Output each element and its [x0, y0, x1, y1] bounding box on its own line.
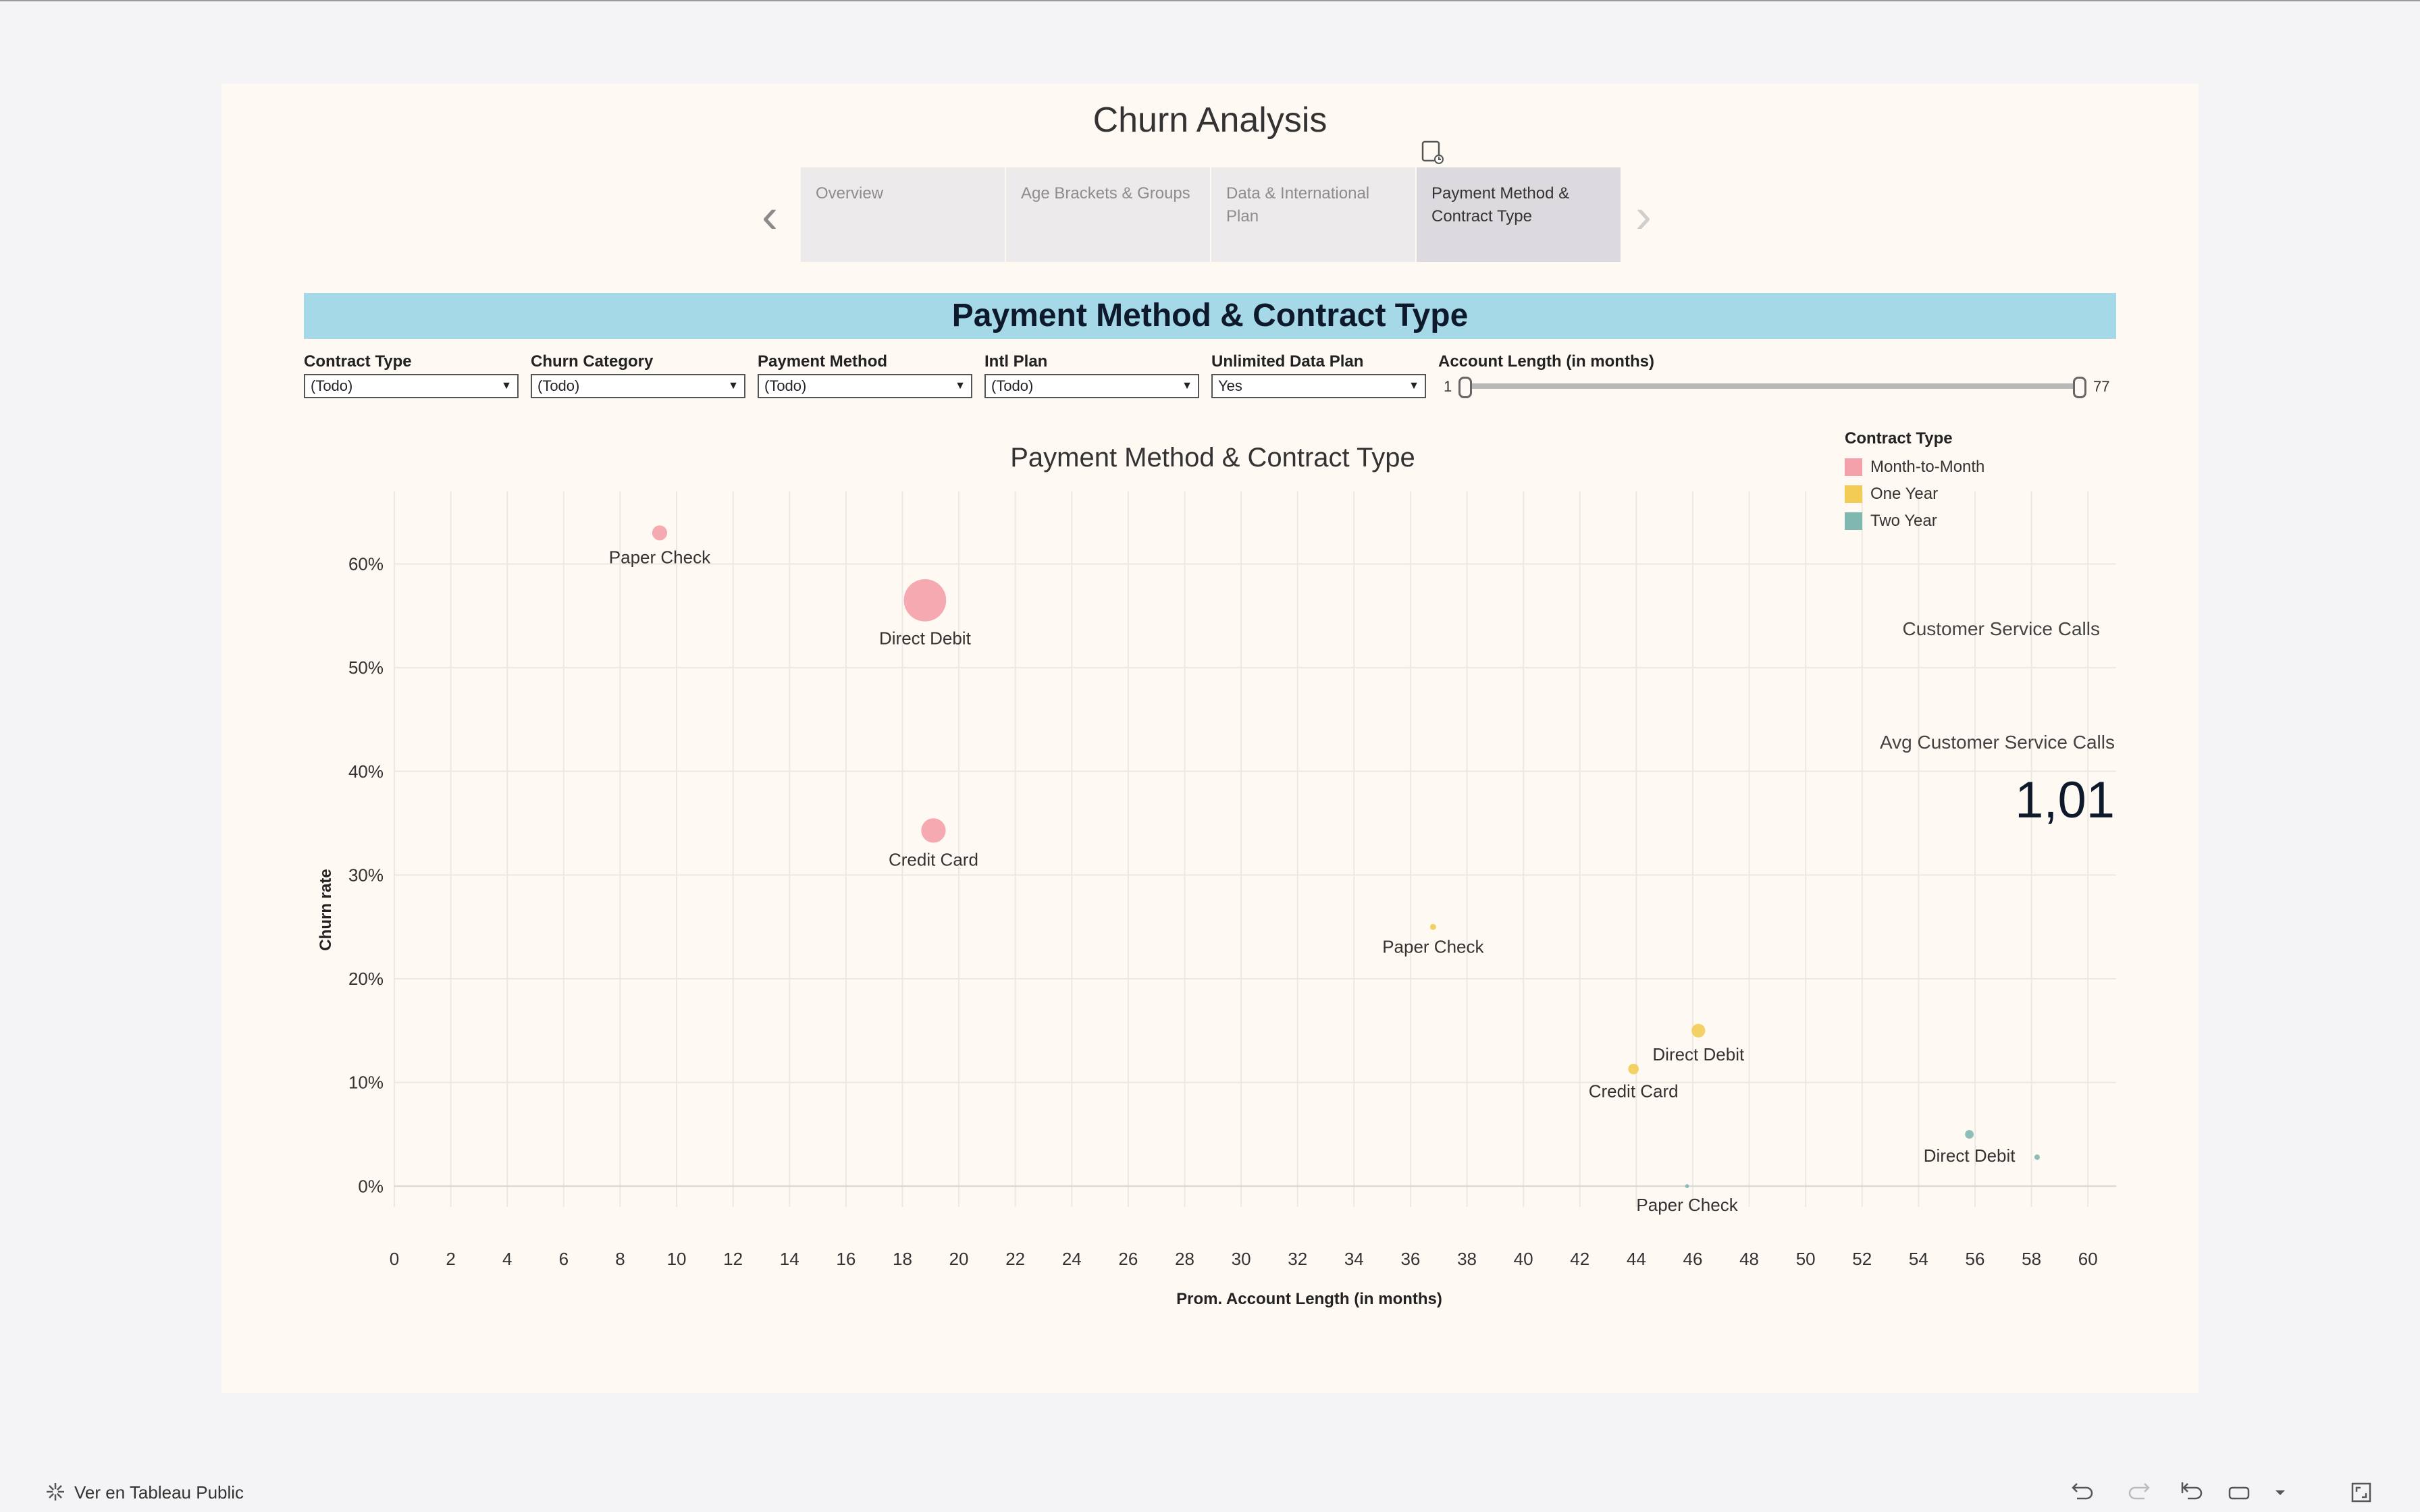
legend-label: Two Year	[1870, 512, 1937, 530]
y-tick-label: 40%	[348, 761, 384, 782]
x-tick-label: 34	[1344, 1249, 1364, 1269]
x-tick-label: 22	[1005, 1249, 1025, 1269]
x-tick-label: 6	[559, 1249, 569, 1269]
x-tick-label: 48	[1739, 1249, 1759, 1269]
data-point	[1691, 1023, 1706, 1037]
tableau-toolbar: Ver en Tableau Public	[0, 1472, 2420, 1512]
data-point	[921, 818, 946, 843]
point-label: Direct Debit	[879, 628, 972, 649]
x-tick-label: 24	[1062, 1249, 1082, 1269]
top-border	[0, 0, 2420, 1]
x-tick-label: 16	[836, 1249, 856, 1269]
dashboard: Churn Analysis ‹ › Overview Age Brackets…	[221, 84, 2199, 1393]
legend-label: One Year	[1870, 485, 1939, 503]
x-tick-label: 20	[949, 1249, 969, 1269]
x-tick-label: 44	[1627, 1249, 1646, 1269]
data-point	[903, 578, 947, 622]
point-label: Paper Check	[1382, 937, 1484, 957]
x-tick-label: 12	[723, 1249, 743, 1269]
x-tick-label: 52	[1852, 1249, 1872, 1269]
legend: Contract Type Month-to-Month One Year Tw…	[1845, 429, 1984, 535]
tableau-logo-icon[interactable]	[45, 1481, 66, 1503]
x-tick-label: 10	[667, 1249, 687, 1269]
data-point	[652, 525, 668, 541]
point-label: Credit Card	[889, 849, 978, 869]
point-label: Credit Card	[1589, 1081, 1679, 1102]
x-tick-label: 4	[502, 1249, 512, 1269]
x-tick-label: 42	[1570, 1249, 1589, 1269]
x-tick-label: 8	[615, 1249, 625, 1269]
x-tick-label: 32	[1288, 1249, 1307, 1269]
avg-calls-title: Avg Customer Service Calls	[1879, 732, 2115, 753]
legend-item-one-year[interactable]: One Year	[1845, 481, 1984, 508]
x-tick-label: 28	[1175, 1249, 1194, 1269]
point-label: Direct Debit	[1652, 1044, 1745, 1064]
x-tick-label: 18	[893, 1249, 912, 1269]
legend-label: Month-to-Month	[1870, 458, 1985, 476]
fullscreen-icon[interactable]	[2347, 1478, 2375, 1507]
y-tick-label: 10%	[348, 1073, 384, 1093]
y-tick-label: 50%	[348, 657, 384, 678]
point-label: Direct Debit	[1924, 1145, 2016, 1166]
point-label: Paper Check	[1636, 1195, 1738, 1215]
avg-calls-value: 1,01	[2015, 772, 2115, 829]
data-point	[1965, 1130, 1974, 1139]
data-point	[2034, 1154, 2040, 1160]
legend-item-two-year[interactable]: Two Year	[1845, 508, 1984, 535]
x-tick-label: 50	[1796, 1249, 1816, 1269]
x-tick-label: 26	[1118, 1249, 1138, 1269]
redo-icon[interactable]	[2126, 1478, 2154, 1507]
x-tick-label: 2	[446, 1249, 455, 1269]
x-tick-label: 30	[1232, 1249, 1251, 1269]
point-label: Paper Check	[609, 547, 711, 568]
undo-icon[interactable]	[2068, 1478, 2096, 1507]
x-tick-label: 58	[2022, 1249, 2041, 1269]
x-tick-label: 38	[1457, 1249, 1477, 1269]
data-point	[1685, 1184, 1689, 1189]
y-tick-label: 60%	[348, 554, 384, 574]
y-axis-label: Churn rate	[317, 869, 335, 950]
y-tick-label: 30%	[348, 865, 384, 885]
legend-swatch	[1845, 458, 1862, 476]
share-dropdown-icon[interactable]	[2266, 1478, 2294, 1507]
legend-title: Contract Type	[1845, 429, 1953, 448]
x-tick-label: 14	[780, 1249, 799, 1269]
data-point	[1429, 923, 1436, 930]
x-axis-label: Prom. Account Length (in months)	[1176, 1290, 1442, 1308]
x-tick-label: 54	[1909, 1249, 1928, 1269]
y-tick-label: 0%	[358, 1176, 384, 1196]
legend-swatch	[1845, 485, 1862, 503]
x-tick-label: 40	[1514, 1249, 1533, 1269]
x-tick-label: 46	[1683, 1249, 1702, 1269]
share-icon[interactable]	[2226, 1478, 2254, 1507]
view-on-tableau-link[interactable]: Ver en Tableau Public	[74, 1482, 244, 1503]
legend-item-month-to-month[interactable]: Month-to-Month	[1845, 454, 1984, 481]
customer-service-calls-title: Customer Service Calls	[1902, 618, 2100, 639]
x-tick-label: 36	[1400, 1249, 1420, 1269]
y-tick-label: 20%	[348, 969, 384, 989]
x-tick-label: 0	[390, 1249, 399, 1269]
revert-icon[interactable]	[2178, 1478, 2207, 1507]
x-tick-label: 56	[1966, 1249, 1985, 1269]
data-point	[1628, 1063, 1639, 1075]
x-tick-label: 60	[2078, 1249, 2098, 1269]
legend-swatch	[1845, 512, 1862, 530]
